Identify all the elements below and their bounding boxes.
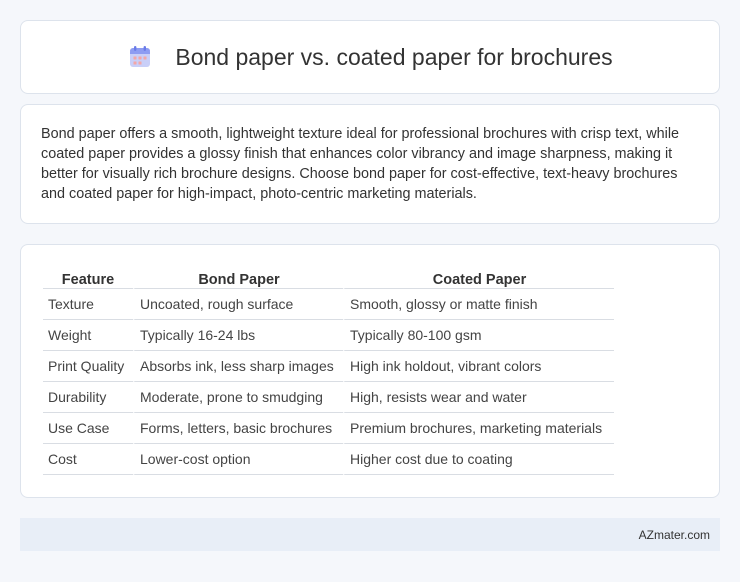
table-header-row: Feature Bond Paper Coated Paper (43, 265, 614, 289)
comparison-card: Feature Bond Paper Coated Paper Texture … (20, 244, 720, 498)
table-row: Texture Uncoated, rough surface Smooth, … (43, 289, 614, 320)
cell-feature: Use Case (43, 413, 133, 444)
page-title: Bond paper vs. coated paper for brochure… (175, 43, 613, 70)
header-coated-paper: Coated Paper (343, 265, 614, 289)
cell-coated: Typically 80-100 gsm (343, 320, 614, 351)
cell-coated: High, resists wear and water (343, 382, 614, 413)
footer-bar: AZmater.com (20, 518, 720, 551)
cell-feature: Durability (43, 382, 133, 413)
calendar-icon (130, 46, 151, 67)
cell-coated: Premium brochures, marketing materials (343, 413, 614, 444)
intro-paragraph: Bond paper offers a smooth, lightweight … (41, 126, 680, 202)
cell-bond: Absorbs ink, less sharp images (133, 351, 343, 382)
table-row: Cost Lower-cost option Higher cost due t… (43, 444, 614, 475)
table-row: Durability Moderate, prone to smudging H… (43, 382, 614, 413)
cell-feature: Texture (43, 289, 133, 320)
table-row: Use Case Forms, letters, basic brochures… (43, 413, 614, 444)
table-row: Weight Typically 16-24 lbs Typically 80-… (43, 320, 614, 351)
cell-feature: Cost (43, 444, 133, 475)
cell-feature: Print Quality (43, 351, 133, 382)
cell-coated: Smooth, glossy or matte finish (343, 289, 614, 320)
title-card: Bond paper vs. coated paper for brochure… (20, 20, 720, 94)
comparison-table: Feature Bond Paper Coated Paper Texture … (43, 265, 614, 475)
cell-bond: Typically 16-24 lbs (133, 320, 343, 351)
cell-bond: Uncoated, rough surface (133, 289, 343, 320)
cell-bond: Lower-cost option (133, 444, 343, 475)
header-feature: Feature (43, 265, 133, 289)
cell-bond: Forms, letters, basic brochures (133, 413, 343, 444)
table-row: Print Quality Absorbs ink, less sharp im… (43, 351, 614, 382)
cell-bond: Moderate, prone to smudging (133, 382, 343, 413)
header-bond-paper: Bond Paper (133, 265, 343, 289)
source-credit: AZmater.com (638, 527, 710, 542)
cell-coated: Higher cost due to coating (343, 444, 614, 475)
intro-card: Bond paper offers a smooth, lightweight … (20, 104, 720, 224)
cell-coated: High ink holdout, vibrant colors (343, 351, 614, 382)
cell-feature: Weight (43, 320, 133, 351)
